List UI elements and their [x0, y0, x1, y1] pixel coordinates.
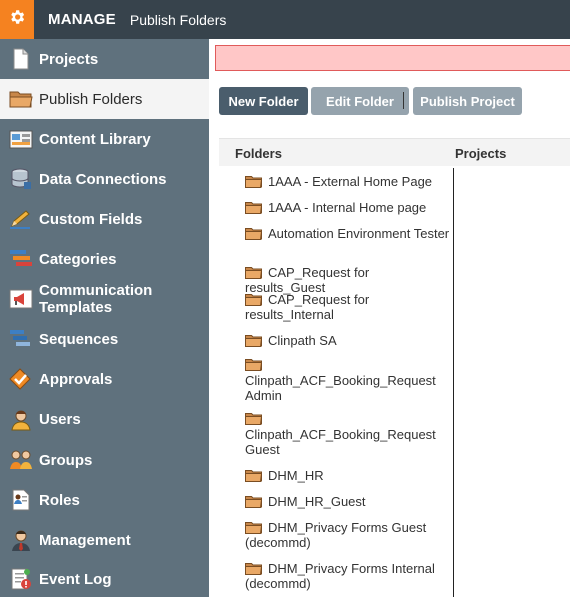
- gear-icon: [8, 8, 26, 31]
- folder-name: CAP_Request for results_Guest: [245, 265, 370, 295]
- folder-icon: [245, 293, 262, 306]
- sidebar-item-label: Data Connections: [39, 170, 167, 188]
- edit-folder-button[interactable]: Edit Folder: [311, 87, 409, 115]
- folder-icon: [245, 562, 262, 575]
- sidebar-item-communication-templates[interactable]: Communication Templates: [0, 279, 209, 319]
- folder-item[interactable]: 1AAA - Internal Home page: [245, 200, 450, 215]
- folder-icon: [245, 175, 262, 188]
- folder-icon: [245, 201, 262, 214]
- sidebar-item-label: Categories: [39, 250, 117, 268]
- database-icon: [9, 167, 33, 191]
- sidebar-item-label: Management: [39, 532, 131, 549]
- projects-column-header: Projects: [455, 146, 507, 161]
- sidebar-item-sequences[interactable]: Sequences: [0, 319, 209, 359]
- sidebar-item-label: Users: [39, 411, 81, 428]
- folder-icon: [245, 469, 262, 482]
- groups-icon: [9, 448, 33, 472]
- sidebar: Projects Publish Folders Content Library…: [0, 39, 209, 597]
- management-icon: [9, 529, 33, 553]
- sidebar-item-publish-folders[interactable]: Publish Folders: [0, 79, 209, 119]
- sidebar-item-label: Projects: [39, 50, 99, 68]
- folder-name: DHM_Privacy Forms Internal (decommd): [245, 561, 435, 591]
- folder-item[interactable]: 1AAA - External Home Page: [245, 174, 450, 189]
- library-icon: [9, 127, 33, 151]
- sidebar-item-management[interactable]: Management: [0, 520, 209, 561]
- sidebar-item-content-library[interactable]: Content Library: [0, 119, 209, 159]
- folder-item[interactable]: DHM_Privacy Forms Guest (decommd): [245, 520, 450, 550]
- sidebar-item-projects[interactable]: Projects: [0, 39, 209, 79]
- pencil-icon: [9, 207, 33, 231]
- folder-name: DHM_HR_Guest: [268, 494, 366, 509]
- folder-item[interactable]: Automation Environment Tester: [245, 226, 450, 241]
- sidebar-item-users[interactable]: Users: [0, 399, 209, 440]
- user-icon: [9, 408, 33, 432]
- folder-icon: [245, 495, 262, 508]
- folder-name: DHM_Privacy Forms Guest (decommd): [245, 520, 427, 550]
- sidebar-item-label: Groups: [39, 451, 93, 469]
- sidebar-item-approvals[interactable]: Approvals: [0, 359, 209, 399]
- alert-banner: [215, 45, 570, 71]
- sidebar-item-label: Content Library: [39, 130, 151, 148]
- publish-project-button[interactable]: Publish Project: [413, 87, 522, 115]
- sidebar-item-label: Publish Folders: [39, 90, 143, 108]
- column-divider[interactable]: [453, 168, 454, 597]
- document-icon: [9, 47, 33, 71]
- sidebar-item-data-connections[interactable]: Data Connections: [0, 159, 209, 199]
- folder-item[interactable]: CAP_Request for results_Internal: [245, 292, 450, 322]
- folder-item[interactable]: Clinpath_ACF_Booking_Request Guest: [245, 412, 450, 457]
- toolbar-divider: [403, 92, 404, 109]
- sidebar-item-label: Custom Fields: [39, 210, 143, 228]
- folder-icon: [245, 358, 444, 371]
- folder-name: 1AAA - External Home Page: [268, 174, 433, 189]
- folder-name: CAP_Request for results_Internal: [245, 292, 370, 322]
- folders-column-header: Folders: [235, 146, 282, 161]
- folder-icon: [245, 266, 262, 279]
- folder-icon: [245, 227, 262, 240]
- folder-name: Clinpath_ACF_Booking_Request Admin: [245, 373, 436, 403]
- folder-name: DHM_HR: [268, 468, 324, 483]
- folder-icon: [9, 87, 33, 111]
- sidebar-item-groups[interactable]: Groups: [0, 440, 209, 480]
- table-header: Folders Projects: [219, 138, 570, 166]
- folder-name: 1AAA - Internal Home page: [268, 200, 427, 215]
- sidebar-item-label: Event Log: [39, 570, 112, 588]
- event-log-icon: [9, 567, 33, 591]
- folder-item[interactable]: DHM_Privacy Forms Internal (decommd): [245, 561, 450, 591]
- folder-icon: [245, 521, 262, 534]
- folder-item[interactable]: DHM_HR_Guest: [245, 494, 450, 509]
- roles-icon: [9, 488, 33, 512]
- sidebar-item-roles[interactable]: Roles: [0, 480, 209, 520]
- sidebar-item-label: Communication Templates: [39, 282, 153, 316]
- folder-name: Clinpath_ACF_Booking_Request Guest: [245, 427, 436, 457]
- sequences-icon: [9, 327, 33, 351]
- sidebar-item-custom-fields[interactable]: Custom Fields: [0, 199, 209, 239]
- top-bar: MANAGE Publish Folders: [0, 0, 570, 39]
- folder-item[interactable]: Clinpath_ACF_Booking_Request Admin: [245, 358, 450, 403]
- folder-item[interactable]: CAP_Request for results_Guest: [245, 265, 450, 295]
- breadcrumb: Publish Folders: [129, 11, 227, 28]
- sidebar-item-categories[interactable]: Categories: [0, 239, 209, 279]
- sidebar-item-label: Sequences: [39, 330, 119, 348]
- new-folder-button[interactable]: New Folder: [219, 87, 308, 115]
- approvals-icon: [9, 367, 33, 391]
- app-title[interactable]: MANAGE: [48, 11, 116, 28]
- sidebar-item-label: Approvals: [39, 370, 113, 388]
- folder-icon: [245, 412, 444, 425]
- folder-item[interactable]: DHM_HR: [245, 468, 450, 483]
- sidebar-item-event-log[interactable]: Event Log: [0, 561, 209, 597]
- settings-button[interactable]: [0, 0, 34, 39]
- folder-item[interactable]: Clinpath SA: [245, 333, 450, 348]
- megaphone-icon: [9, 287, 33, 311]
- sidebar-item-label: Roles: [39, 491, 80, 509]
- categories-icon: [9, 247, 33, 271]
- folder-icon: [245, 334, 262, 347]
- folder-name: Automation Environment Tester: [268, 226, 450, 241]
- folder-name: Clinpath SA: [268, 333, 337, 348]
